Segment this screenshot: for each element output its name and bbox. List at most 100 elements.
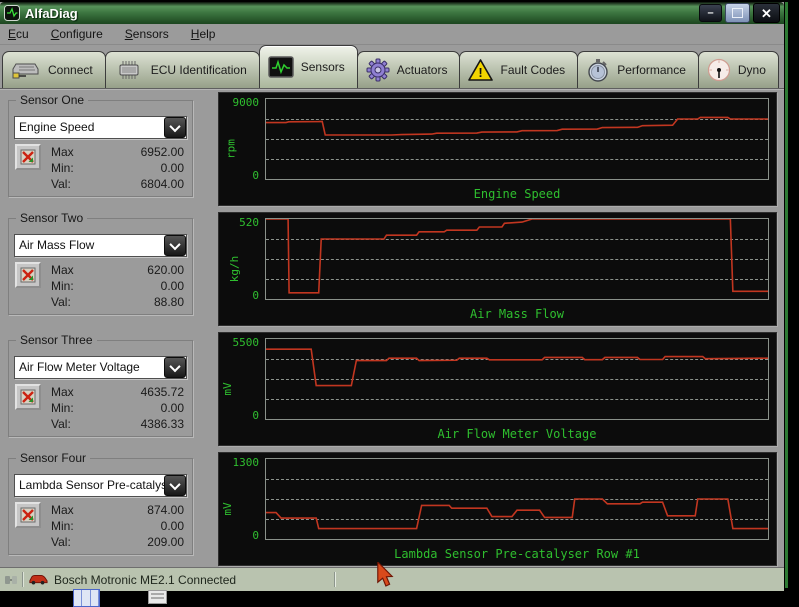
warning-icon: ! xyxy=(468,59,494,81)
reset-minmax-button[interactable] xyxy=(15,384,41,410)
y-axis-max-label: 520 xyxy=(239,216,259,229)
min-label: Min: xyxy=(51,401,74,415)
menu-configure[interactable]: Configure xyxy=(51,27,103,41)
val-label: Val: xyxy=(51,535,71,549)
max-label: Max xyxy=(51,385,74,399)
sensor-two-panel: Sensor Two Air Mass Flow Max 620.00 Min: 0… xyxy=(8,211,193,315)
gauge-icon xyxy=(707,58,731,82)
y-axis-unit-label: mV xyxy=(221,382,235,396)
menu-bar: Ecu Configure Sensors Help xyxy=(0,24,784,45)
tab-label: Connect xyxy=(48,63,93,77)
chart-title: Lambda Sensor Pre-catalyser Row #1 xyxy=(394,547,640,561)
selected-sensor-value: Engine Speed xyxy=(19,120,95,134)
sensor-three-dropdown[interactable]: Air Flow Meter Voltage xyxy=(14,356,187,379)
val-label: Val: xyxy=(51,295,71,309)
title-bar[interactable]: AlfaDiag – ✕ xyxy=(0,2,784,24)
sensor-panel-title: Sensor One xyxy=(16,93,89,107)
min-value: 0.00 xyxy=(160,279,184,293)
max-label: Max xyxy=(51,263,74,277)
min-value: 0.00 xyxy=(160,161,184,175)
y-axis-min-label: 0 xyxy=(252,529,259,542)
connector-icon xyxy=(11,59,41,81)
sensor-one-panel: Sensor One Engine Speed Max 6952.00 Min: 0… xyxy=(8,93,193,197)
tab-performance[interactable]: Performance xyxy=(577,51,699,88)
tab-label: ECU Identification xyxy=(150,63,247,77)
sensor-panel-title: Sensor Three xyxy=(16,333,97,347)
y-axis-unit-label: mV xyxy=(221,502,235,516)
minimize-icon: – xyxy=(707,6,714,19)
menu-sensors[interactable]: Sensors xyxy=(125,27,169,41)
car-icon xyxy=(29,574,48,585)
tab-label: Performance xyxy=(617,63,686,77)
app-waveform-icon xyxy=(4,5,20,21)
sensor-two-dropdown[interactable]: Air Mass Flow xyxy=(14,234,187,257)
val-label: Val: xyxy=(51,417,71,431)
air-flow-meter-voltage-chart: 5500 mV 0 Air Flow Meter Voltage xyxy=(218,332,777,446)
tab-fault-codes[interactable]: ! Fault Codes xyxy=(459,51,579,88)
status-connection-icon xyxy=(5,575,17,584)
dropdown-arrow-icon[interactable] xyxy=(164,117,186,138)
minimize-button[interactable]: – xyxy=(699,4,722,22)
min-label: Min: xyxy=(51,161,74,175)
val-label: Val: xyxy=(51,177,71,191)
oscilloscope-icon xyxy=(268,56,294,78)
tab-sensors[interactable]: Sensors xyxy=(258,45,358,88)
tab-connect[interactable]: Connect xyxy=(2,51,106,88)
connection-status-text: Bosch Motronic ME2.1 Connected xyxy=(54,572,237,587)
y-axis-unit-label: kg/h xyxy=(227,255,241,283)
y-axis-min-label: 0 xyxy=(252,289,259,302)
plot-area xyxy=(265,458,769,540)
sensor-panel-title: Sensor Two xyxy=(16,211,88,225)
y-axis-max-label: 1300 xyxy=(232,456,260,469)
selected-sensor-value: Air Mass Flow xyxy=(19,238,95,252)
gear-icon xyxy=(366,58,390,82)
tab-label: Sensors xyxy=(300,60,345,74)
reset-minmax-icon xyxy=(20,267,36,283)
sensor-one-dropdown[interactable]: Engine Speed xyxy=(14,116,187,139)
reset-minmax-button[interactable] xyxy=(15,262,41,288)
max-label: Max xyxy=(51,503,74,517)
tab-label: Actuators xyxy=(396,63,448,77)
dropdown-arrow-icon[interactable] xyxy=(164,235,186,256)
tab-ecu-identification[interactable]: ECU Identification xyxy=(104,51,260,88)
window-title: AlfaDiag xyxy=(25,5,78,21)
y-axis-max-label: 9000 xyxy=(232,96,260,109)
sensor-four-dropdown[interactable]: Lambda Sensor Pre-catalyser Row xyxy=(14,474,187,497)
window-right-border xyxy=(785,2,788,588)
engine-speed-chart: 9000 rpm 0 Engine Speed xyxy=(218,92,777,206)
sensor-panel-title: Sensor Four xyxy=(16,451,91,465)
dropdown-arrow-icon[interactable] xyxy=(164,475,186,496)
val-value: 4386.33 xyxy=(140,417,184,431)
val-value: 209.00 xyxy=(147,535,184,549)
tab-dyno[interactable]: Dyno xyxy=(697,51,779,88)
dropdown-arrow-icon[interactable] xyxy=(164,357,186,378)
max-value: 4635.72 xyxy=(140,385,184,399)
selected-sensor-value: Lambda Sensor Pre-catalyser Row xyxy=(19,478,164,492)
max-value: 620.00 xyxy=(147,263,184,277)
reset-minmax-button[interactable] xyxy=(15,144,41,170)
taskbar-window-icon[interactable] xyxy=(73,589,100,607)
menu-ecu[interactable]: Ecu xyxy=(8,27,29,41)
y-axis-min-label: 0 xyxy=(252,169,259,182)
chip-icon xyxy=(114,59,144,81)
mouse-cursor-icon xyxy=(377,562,394,587)
chart-title: Air Flow Meter Voltage xyxy=(437,427,597,441)
val-value: 88.80 xyxy=(153,295,184,309)
close-button[interactable]: ✕ xyxy=(753,3,780,23)
chart-title: Air Mass Flow xyxy=(470,307,564,321)
menu-help[interactable]: Help xyxy=(191,27,216,41)
y-axis-min-label: 0 xyxy=(252,409,259,422)
chart-title: Engine Speed xyxy=(473,187,561,201)
tab-label: Fault Codes xyxy=(500,63,566,77)
reset-minmax-button[interactable] xyxy=(15,502,41,528)
plot-area xyxy=(265,338,769,420)
taskbar-document-icon[interactable] xyxy=(148,590,167,604)
max-value: 874.00 xyxy=(147,503,184,517)
plot-area xyxy=(265,218,769,300)
maximize-button[interactable] xyxy=(725,3,750,23)
svg-text:!: ! xyxy=(479,65,483,80)
main-area: Sensor One Engine Speed Max 6952.00 Min: 0… xyxy=(0,89,784,567)
y-axis-unit-label: rpm xyxy=(224,139,238,159)
tab-actuators[interactable]: Actuators xyxy=(356,51,461,88)
reset-minmax-icon xyxy=(20,389,36,405)
